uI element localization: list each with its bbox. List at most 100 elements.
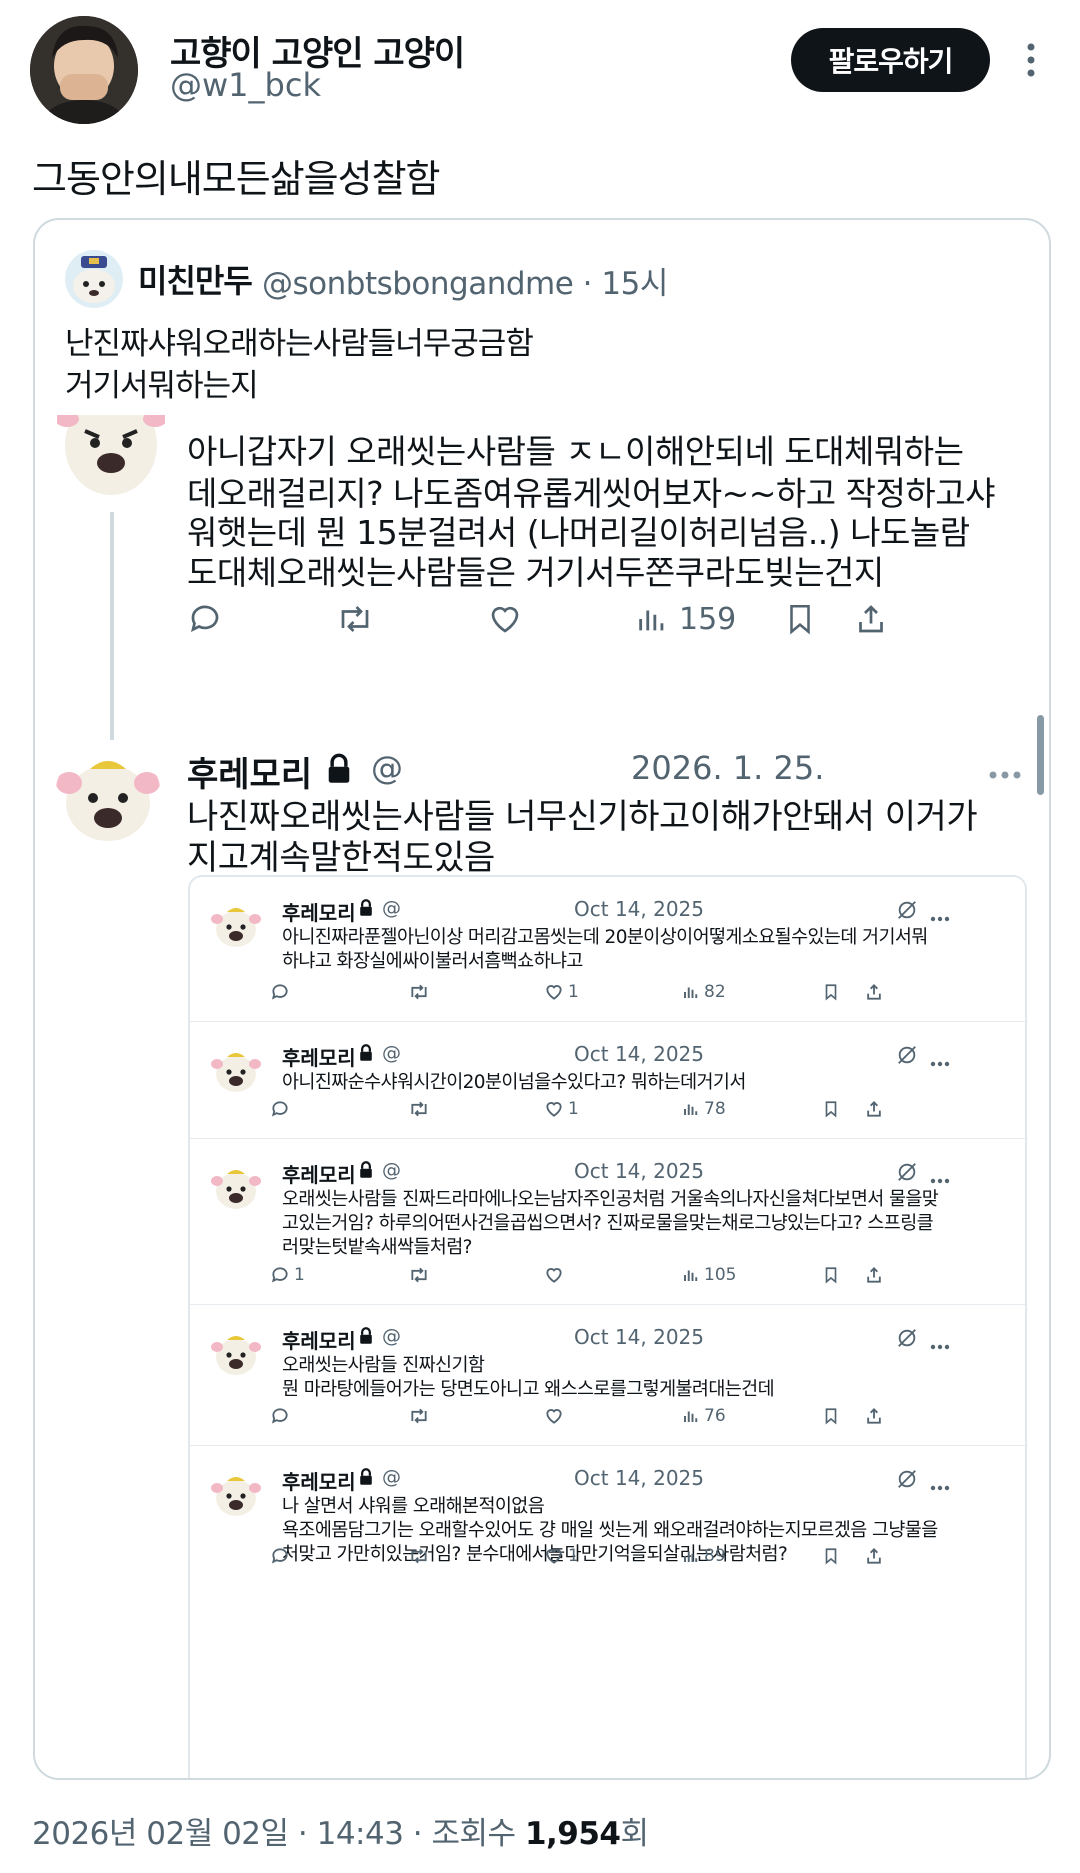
inner-post-actions: 1 105 [271, 1265, 1002, 1291]
inner-post-name: 후레모리 [282, 1163, 356, 1187]
inner-post-name: 후레모리 [282, 901, 356, 925]
views-icon [639, 610, 664, 631]
inner-post-date: Oct 14, 2025 [574, 1325, 704, 1349]
like-icon [544, 1265, 568, 1285]
like-icon[interactable] [487, 601, 523, 637]
like-icon: 1 [544, 1546, 579, 1566]
inner-post-text-line: 러맞는텃밭속새싹들처럼? [282, 1237, 472, 1258]
inner-post-handle: @ [382, 897, 401, 919]
bookmark-icon [822, 1265, 840, 1285]
inner-post-handle: @ [382, 1042, 401, 1064]
author-avatar[interactable] [30, 16, 138, 124]
post-meta: 2026년 02월 02일 · 14:43 · 조회수 1,954회 [32, 1808, 649, 1853]
inner-post-date: Oct 14, 2025 [574, 897, 704, 921]
grok-icon [896, 1468, 918, 1494]
views-count: 105 [704, 1265, 737, 1285]
reply-icon [270, 982, 294, 1002]
more-horizontal-icon[interactable] [988, 765, 1022, 784]
more-horizontal-icon [930, 1476, 950, 1495]
inner-post[interactable]: 후레모리 @ Oct 14, 2025 오래씻는사람들 진짜신기함 뭔 마라탕에들어가는… [190, 1305, 1025, 1446]
reply-author-avatar [55, 743, 161, 849]
inner-post-name: 후레모리 [282, 1470, 356, 1494]
views-icon: 89 [682, 1546, 726, 1566]
share-icon [864, 1099, 884, 1119]
inner-post-text-line: 아니진짜순수샤워시간이20분이넘을수있다고? 뭐하는데거기서 [282, 1072, 746, 1093]
reply-author-avatar [57, 415, 165, 505]
bookmark-icon [822, 1546, 840, 1566]
grok-icon [896, 899, 918, 925]
inner-post[interactable]: 후레모리 @ Oct 14, 2025 나 살면서 샤워를 오래해본적이없음 욕조에몸담… [190, 1446, 1025, 1586]
like-icon: 1 [544, 1099, 579, 1119]
retweet-icon [408, 1406, 430, 1426]
inner-post-handle: @ [382, 1466, 401, 1488]
more-vertical-icon[interactable] [1020, 40, 1042, 80]
views-count[interactable]: 159 [635, 601, 736, 637]
lock-icon [358, 1044, 374, 1066]
inner-post-avatar [210, 899, 262, 951]
inner-post-actions: 1 89 [271, 1546, 1002, 1572]
view-suffix: 회 [620, 1816, 650, 1852]
views-count: 89 [704, 1546, 726, 1566]
inner-post-text-line: 고있는거임? 하루의어떤사건을곱씹으면서? 진짜로물을맞는채로그냥있는다고? 스… [282, 1213, 934, 1234]
retweet-icon [408, 982, 430, 1002]
inner-post-date: Oct 14, 2025 [574, 1159, 704, 1183]
inner-post-text-line: 하냐고 화장실에싸이불러서흠뻑쇼하냐고 [282, 951, 583, 972]
reply-icon [270, 1406, 294, 1426]
inner-post-avatar [210, 1161, 262, 1213]
inner-post[interactable]: 후레모리 @ Oct 14, 2025 아니진짜순수샤워시간이20분이넘을수있다고? … [190, 1022, 1025, 1139]
reply-icon[interactable] [187, 601, 223, 637]
follow-button[interactable]: 팔로우하기 [791, 28, 990, 92]
like-count: 1 [568, 1099, 579, 1119]
reply-icon: 1 [270, 1265, 305, 1285]
views-icon: 105 [682, 1265, 736, 1285]
views-count: 82 [704, 982, 726, 1002]
views-icon: 82 [682, 982, 726, 1002]
quoted-author-avatar [65, 250, 123, 308]
grok-icon [896, 1327, 918, 1353]
quoted-text-line: 난진짜샤워오래하는사람들너무궁금함 [65, 326, 534, 362]
inner-post-text-line: 오래씻는사람들 진짜드라마에나오는남자주인공처럼 거울속의나자신을쳐다보면서 물… [282, 1189, 939, 1210]
retweet-icon [408, 1546, 430, 1566]
quoted-author-handle-time: @sonbtsbongandme · 15시 [262, 266, 668, 302]
lock-icon [358, 899, 374, 921]
reply-author-handle[interactable]: @ [371, 749, 403, 787]
views-count: 76 [704, 1406, 726, 1426]
inner-post-avatar [210, 1044, 262, 1096]
inner-post[interactable]: 후레모리 @ Oct 14, 2025 아니진짜라푼젤아닌이상 머리감고몸씻는데 20… [190, 877, 1025, 1022]
share-icon[interactable] [853, 601, 889, 637]
lock-icon [358, 1327, 374, 1349]
views-value: 159 [679, 601, 737, 637]
like-count: 1 [568, 982, 579, 1002]
post-text: 그동안의내모든삶을성찰함 [32, 157, 441, 201]
inner-post-text-line: 뭔 마라탕에들어가는 당면도아니고 왜스스로를그렇게불려대는건데 [282, 1379, 775, 1400]
inner-post[interactable]: 후레모리 @ Oct 14, 2025 오래씻는사람들 진짜드라마에나오는남자주인공처… [190, 1139, 1025, 1305]
inner-post-text-line: 욕조에몸담그기는 오래할수있어도 걍 매일 씻는게 왜오래걸려야하는지모르겠음 … [282, 1520, 938, 1541]
reply-text-line: 지고계속말한적도있음 [187, 838, 495, 878]
bookmark-icon [822, 982, 840, 1002]
more-horizontal-icon [930, 907, 950, 926]
inner-post-actions: 1 82 [271, 982, 1002, 1008]
more-horizontal-icon [930, 1052, 950, 1071]
scrollbar[interactable] [1037, 715, 1044, 795]
share-icon [864, 1406, 884, 1426]
reply-icon [270, 1546, 294, 1566]
quoted-post-card[interactable]: 미친만두 @sonbtsbongandme · 15시 난진짜샤워오래하는사람들… [33, 218, 1051, 1780]
author-handle[interactable]: @w1_bck [170, 66, 321, 104]
inner-post-name: 후레모리 [282, 1329, 356, 1353]
inner-screenshot-card: 후레모리 @ Oct 14, 2025 아니진짜라푼젤아닌이상 머리감고몸씻는데 20… [188, 875, 1027, 1778]
quoted-text-line: 거기서뭐하는지 [65, 368, 259, 404]
retweet-icon[interactable] [335, 601, 375, 637]
inner-post-text-line: 아니진짜라푼젤아닌이상 머리감고몸씻는데 20분이상이어떻게소요될수있는데 거기… [282, 927, 928, 948]
reply-count: 1 [294, 1265, 305, 1285]
lock-icon [358, 1161, 374, 1183]
bookmark-icon [822, 1099, 840, 1119]
retweet-icon [408, 1265, 430, 1285]
lock-icon [358, 1468, 374, 1490]
reply-date: 2026. 1. 25. [631, 749, 825, 787]
bookmark-icon[interactable] [783, 601, 817, 637]
bookmark-icon [822, 1406, 840, 1426]
embedded-screenshot: 아니갑자기 오래씻는사람들 ㅈㄴ이해안되네 도대체뭐하는 데오래걸리지? 나도좀… [35, 415, 1049, 1778]
inner-post-avatar [210, 1468, 262, 1520]
inner-post-actions: 76 [271, 1406, 1002, 1432]
post-view-count: 1,954 [524, 1816, 621, 1852]
